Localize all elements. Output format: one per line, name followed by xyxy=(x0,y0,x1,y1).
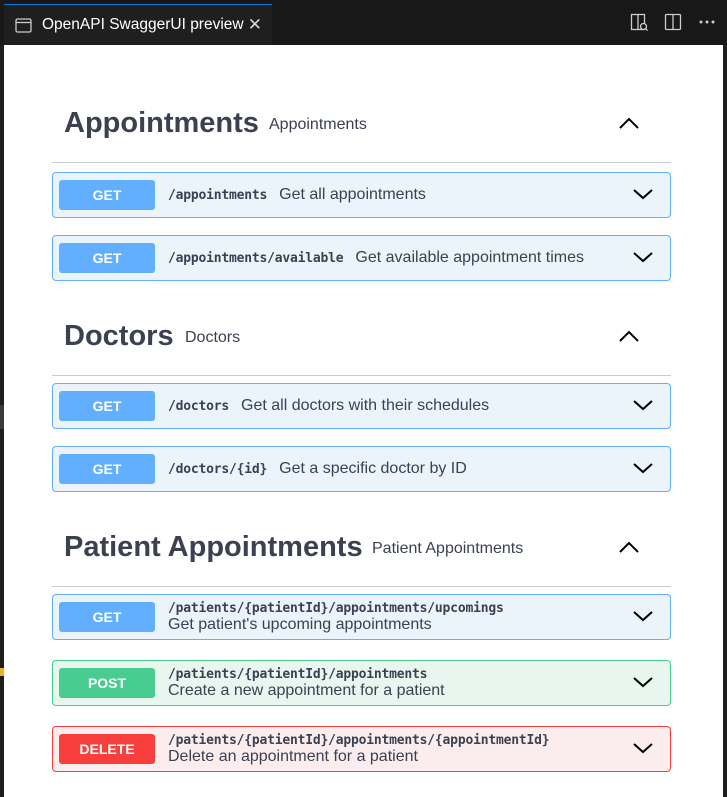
operation-get-appointments-available[interactable]: GET /appointments/available Get availabl… xyxy=(52,235,671,281)
section-subtitle: Doctors xyxy=(185,329,241,346)
operation-post-patient-appointment[interactable]: POST /patients/{patientId}/appointments … xyxy=(52,660,671,706)
operation-summary: Create a new appointment for a patient xyxy=(168,682,445,699)
tab-swagger-preview[interactable]: OpenAPI SwaggerUI preview ✕ xyxy=(4,4,272,45)
method-badge: GET xyxy=(59,180,155,210)
section-appointments: Appointments Appointments GET /appointme… xyxy=(52,87,671,281)
chevron-down-icon[interactable] xyxy=(632,741,654,755)
operation-path: /patients/{patientId}/appointments/{appo… xyxy=(168,733,550,748)
close-icon[interactable]: ✕ xyxy=(248,15,262,35)
section-title: Doctors xyxy=(64,320,174,352)
chevron-down-icon[interactable] xyxy=(632,250,654,264)
chevron-down-icon[interactable] xyxy=(632,609,654,623)
operation-summary: Get all appointments xyxy=(279,186,426,203)
operation-path: /appointments xyxy=(168,188,268,203)
editor-tab-bar: OpenAPI SwaggerUI preview ✕ xyxy=(0,0,727,45)
method-badge: POST xyxy=(59,668,155,698)
operation-path: /patients/{patientId}/appointments xyxy=(168,667,428,682)
chevron-down-icon[interactable] xyxy=(632,398,654,412)
section-header[interactable]: Appointments Appointments xyxy=(52,87,671,163)
operation-path: /patients/{patientId}/appointments/upcom… xyxy=(168,601,504,616)
operation-path: /appointments/available xyxy=(168,251,344,266)
section-header[interactable]: Patient Appointments Patient Appointment… xyxy=(52,511,671,587)
method-badge: GET xyxy=(59,243,155,273)
chevron-up-icon[interactable] xyxy=(617,115,641,131)
tab-title: OpenAPI SwaggerUI preview xyxy=(42,16,244,33)
chevron-up-icon[interactable] xyxy=(617,328,641,344)
method-badge: DELETE xyxy=(59,734,155,764)
operation-get-doctor-by-id[interactable]: GET /doctors/{id} Get a specific doctor … xyxy=(52,446,671,492)
operation-get-patient-upcoming[interactable]: GET /patients/{patientId}/appointments/u… xyxy=(52,594,671,640)
section-header[interactable]: Doctors Doctors xyxy=(52,300,671,376)
chevron-down-icon[interactable] xyxy=(632,187,654,201)
section-subtitle: Appointments xyxy=(269,116,367,133)
split-editor-icon[interactable] xyxy=(663,12,683,32)
operation-path: /doctors xyxy=(168,399,230,414)
editor-actions xyxy=(629,12,717,32)
operation-summary: Get available appointment times xyxy=(355,249,584,266)
section-doctors: Doctors Doctors GET /doctors Get all doc… xyxy=(52,300,671,492)
right-gutter xyxy=(723,45,727,797)
operation-summary: Delete an appointment for a patient xyxy=(168,748,418,765)
method-badge: GET xyxy=(59,391,155,421)
operation-summary: Get all doctors with their schedules xyxy=(241,397,490,414)
section-patient-appointments: Patient Appointments Patient Appointment… xyxy=(52,511,671,772)
chevron-up-icon[interactable] xyxy=(617,539,641,555)
operation-summary: Get patient's upcoming appointments xyxy=(168,616,432,633)
operation-summary: Get a specific doctor by ID xyxy=(279,460,467,477)
operation-delete-patient-appointment[interactable]: DELETE /patients/{patientId}/appointment… xyxy=(52,726,671,772)
operation-get-doctors[interactable]: GET /doctors Get all doctors with their … xyxy=(52,383,671,429)
operation-get-appointments[interactable]: GET /appointments Get all appointments xyxy=(52,172,671,218)
more-actions-icon[interactable] xyxy=(697,12,717,32)
section-title: Patient Appointments xyxy=(64,531,363,563)
swagger-preview-content: Appointments Appointments GET /appointme… xyxy=(4,45,723,797)
preview-icon xyxy=(15,17,32,34)
operation-path: /doctors/{id} xyxy=(168,462,268,477)
section-subtitle: Patient Appointments xyxy=(372,540,524,557)
section-title: Appointments xyxy=(64,107,259,139)
chevron-down-icon[interactable] xyxy=(632,461,654,475)
method-badge: GET xyxy=(59,602,155,632)
method-badge: GET xyxy=(59,454,155,484)
chevron-down-icon[interactable] xyxy=(632,675,654,689)
open-preview-icon[interactable] xyxy=(629,12,649,32)
